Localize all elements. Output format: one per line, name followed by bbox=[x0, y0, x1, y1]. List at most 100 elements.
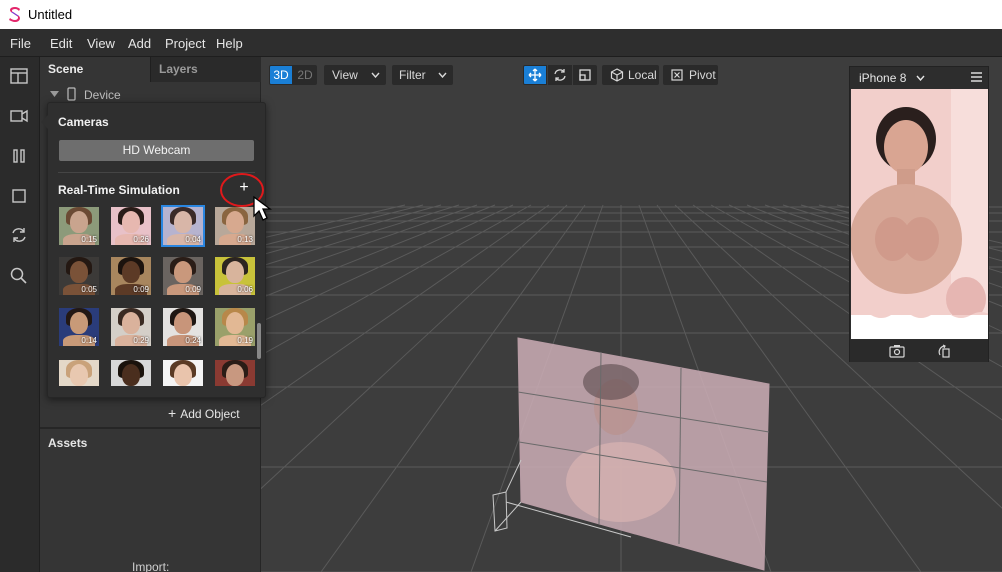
scale-tool-button[interactable] bbox=[573, 65, 597, 85]
pause-icon[interactable] bbox=[8, 145, 30, 167]
thumbnail-face bbox=[174, 261, 192, 283]
simulation-thumbnail[interactable]: 0:29 bbox=[111, 308, 151, 346]
chevron-down-icon bbox=[371, 72, 380, 78]
phone-icon bbox=[67, 87, 76, 101]
thumbnail-duration: 0:14 bbox=[81, 336, 97, 345]
thumbnail-face bbox=[122, 312, 140, 334]
filter-dropdown[interactable]: Filter bbox=[392, 65, 453, 85]
simulation-thumbnail[interactable]: 0:15 bbox=[59, 207, 99, 245]
move-arrows-icon bbox=[528, 68, 542, 82]
expand-triangle-icon[interactable] bbox=[50, 91, 59, 98]
local-space-button[interactable]: Local bbox=[602, 65, 659, 85]
search-icon[interactable] bbox=[8, 265, 30, 287]
camera-switch-icon[interactable] bbox=[889, 344, 905, 358]
thumbnail-duration: 0:26 bbox=[133, 235, 149, 244]
scale-icon bbox=[579, 69, 591, 81]
thumbnail-face bbox=[70, 261, 88, 283]
thumbnail-duration: 0:06 bbox=[237, 285, 253, 294]
thumbnail-face bbox=[226, 364, 244, 386]
tab-layers[interactable]: Layers bbox=[150, 57, 261, 82]
thumbnail-face bbox=[70, 364, 88, 386]
tab-scene[interactable]: Scene bbox=[40, 57, 150, 82]
thumbnail-face bbox=[122, 211, 140, 233]
grid-column-line bbox=[261, 204, 406, 239]
video-camera-icon[interactable] bbox=[8, 105, 30, 127]
view-dropdown[interactable]: View bbox=[324, 65, 386, 85]
simulation-thumbnail[interactable]: 0:14 bbox=[59, 308, 99, 346]
simulation-thumbnail[interactable]: 0:09 bbox=[111, 257, 151, 295]
rotate-icon bbox=[554, 69, 566, 81]
menu-project[interactable]: Project bbox=[165, 36, 205, 51]
mode-3d-button[interactable]: 3D bbox=[269, 65, 293, 85]
view-dropdown-label: View bbox=[332, 68, 358, 82]
simulation-thumbnail[interactable]: 0:05 bbox=[59, 257, 99, 295]
rotate-tool-button[interactable] bbox=[548, 65, 572, 85]
move-tool-button[interactable] bbox=[523, 65, 547, 85]
import-label: Import: bbox=[132, 560, 170, 572]
popup-divider bbox=[58, 172, 255, 173]
simulation-thumbnail[interactable]: 0:19 bbox=[215, 308, 255, 346]
grid-column-line bbox=[261, 204, 514, 323]
simulation-thumbnail[interactable] bbox=[163, 360, 203, 386]
thumbnails-scrollbar[interactable] bbox=[257, 323, 261, 359]
thumbnail-face bbox=[226, 261, 244, 283]
refresh-icon[interactable] bbox=[8, 224, 30, 246]
rotate-icon[interactable] bbox=[937, 344, 951, 358]
thumbnail-face bbox=[70, 312, 88, 334]
spark-ar-logo-icon bbox=[9, 7, 20, 22]
camera-video-plane bbox=[492, 337, 770, 571]
local-space-label: Local bbox=[628, 68, 657, 82]
add-object-label: Add Object bbox=[180, 407, 240, 421]
device-name: iPhone 8 bbox=[859, 71, 907, 85]
menu-bar: File Edit View Add Project Help bbox=[0, 29, 1002, 57]
thumbnail-duration: 0:29 bbox=[133, 336, 149, 345]
simulation-thumbnail[interactable]: 0:13 bbox=[215, 207, 255, 245]
pivot-button[interactable]: Pivot bbox=[663, 65, 718, 85]
popup-arrow bbox=[41, 115, 48, 129]
simulation-thumbnail[interactable]: 0:24 bbox=[163, 308, 203, 346]
layout-icon[interactable] bbox=[8, 65, 30, 87]
simulation-thumbnail[interactable] bbox=[215, 360, 255, 386]
grid-column-line bbox=[261, 204, 442, 256]
simulation-thumbnail[interactable]: 0:26 bbox=[111, 207, 151, 245]
thumbnail-face bbox=[122, 364, 140, 386]
hamburger-menu-icon[interactable] bbox=[971, 72, 982, 82]
menu-file[interactable]: File bbox=[10, 36, 31, 51]
panel-divider[interactable] bbox=[40, 427, 261, 429]
thumbnail-face bbox=[174, 312, 192, 334]
cube-icon bbox=[610, 68, 624, 82]
menu-edit[interactable]: Edit bbox=[50, 36, 72, 51]
simulation-thumbnail[interactable]: 0:04 bbox=[161, 205, 205, 247]
menu-add[interactable]: Add bbox=[128, 36, 151, 51]
left-toolbar bbox=[0, 57, 40, 572]
simulation-thumbnail[interactable] bbox=[59, 360, 99, 386]
menu-help[interactable]: Help bbox=[216, 36, 243, 51]
mouse-cursor-icon bbox=[253, 195, 272, 221]
hd-webcam-button[interactable]: HD Webcam bbox=[59, 140, 254, 161]
cameras-heading: Cameras bbox=[58, 115, 109, 129]
title-bar: Untitled bbox=[0, 0, 1002, 29]
thumbnail-duration: 0:05 bbox=[81, 285, 97, 294]
mode-2d-button[interactable]: 2D bbox=[293, 65, 317, 85]
thumbnail-duration: 0:09 bbox=[133, 285, 149, 294]
thumbnail-face bbox=[226, 211, 244, 233]
grid-column-line bbox=[261, 204, 496, 299]
add-object-button[interactable]: + Add Object bbox=[168, 405, 240, 421]
simulation-thumbnail[interactable]: 0:09 bbox=[163, 257, 203, 295]
stop-square-icon[interactable] bbox=[8, 185, 30, 207]
simulation-heading: Real-Time Simulation bbox=[58, 183, 180, 197]
device-selector[interactable]: iPhone 8 bbox=[859, 71, 925, 85]
simulation-thumbnail[interactable] bbox=[111, 360, 151, 386]
thumbnail-face bbox=[174, 364, 192, 386]
thumbnail-duration: 0:04 bbox=[185, 235, 201, 244]
menu-view[interactable]: View bbox=[87, 36, 115, 51]
scene-tabs: Scene Layers bbox=[40, 57, 261, 82]
simulation-thumbnail[interactable]: 0:06 bbox=[215, 257, 255, 295]
chevron-down-icon bbox=[916, 75, 925, 82]
thumbnail-duration: 0:19 bbox=[237, 336, 253, 345]
thumbnail-duration: 0:09 bbox=[185, 285, 201, 294]
preview-video-frame bbox=[851, 89, 988, 339]
thumbnail-face bbox=[122, 261, 140, 283]
thumbnail-duration: 0:15 bbox=[81, 235, 97, 244]
thumbnail-face bbox=[226, 312, 244, 334]
